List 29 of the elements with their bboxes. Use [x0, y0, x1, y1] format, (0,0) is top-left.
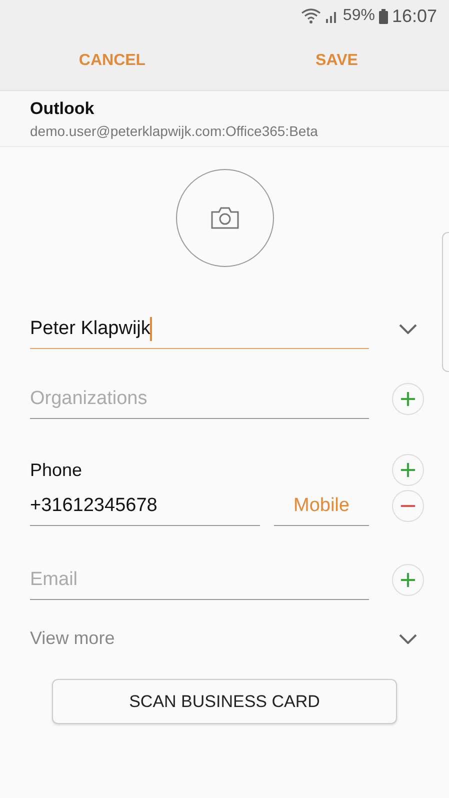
cancel-button[interactable]: CANCEL: [0, 32, 224, 90]
add-button[interactable]: [392, 564, 424, 596]
email-field[interactable]: Email: [30, 560, 369, 600]
plus-icon: [400, 462, 416, 478]
phone-type-selector[interactable]: Mobile: [274, 486, 369, 526]
save-button[interactable]: SAVE: [224, 32, 449, 90]
side-handle[interactable]: [442, 232, 449, 372]
organizations-field[interactable]: Organizations: [30, 379, 369, 419]
account-title: Outlook: [30, 99, 96, 119]
photo-button[interactable]: [176, 169, 274, 267]
camera-icon: [210, 207, 238, 229]
remove-button[interactable]: [392, 490, 424, 522]
minus-icon: [400, 504, 416, 508]
view-more-button[interactable]: View more: [30, 628, 369, 649]
phone-label: Phone: [30, 460, 84, 480]
add-button[interactable]: [392, 383, 424, 415]
add-button[interactable]: [392, 454, 424, 486]
phone-field[interactable]: +31612345678: [30, 486, 260, 526]
clock-time: 16:07: [392, 6, 437, 26]
scan-business-card-button[interactable]: SCAN BUSINESS CARD: [52, 679, 397, 724]
chevron-down-icon[interactable]: [399, 324, 417, 334]
signal-icon: [324, 9, 339, 23]
account-address: demo.user@peterklapwijk.com:Office365:Beta: [30, 123, 319, 139]
plus-icon: [400, 391, 416, 407]
battery-percent: 59%: [342, 7, 375, 25]
battery-icon: [378, 8, 388, 24]
chevron-down-icon[interactable]: [399, 634, 417, 644]
wifi-icon: [300, 8, 321, 24]
plus-icon: [400, 572, 416, 588]
